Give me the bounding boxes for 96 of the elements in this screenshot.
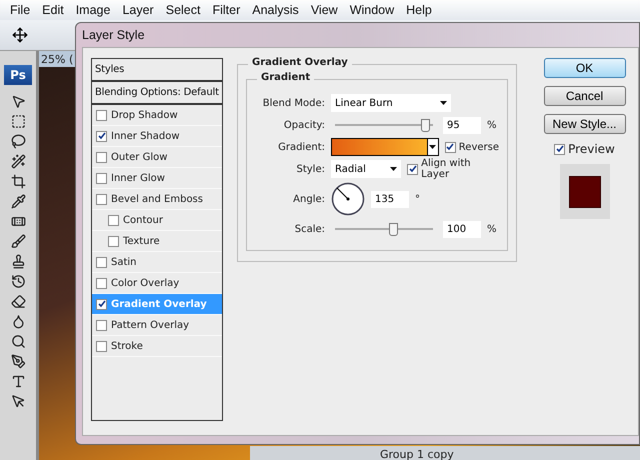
checkbox[interactable]: [108, 236, 119, 246]
magnifier-icon[interactable]: [10, 334, 26, 349]
dialog-button[interactable]: OK: [544, 58, 626, 78]
stamp-icon[interactable]: [10, 254, 26, 269]
scale-input[interactable]: 100: [443, 220, 481, 238]
pointer-icon[interactable]: [10, 394, 26, 409]
menu-item[interactable]: Image: [70, 3, 116, 17]
effect-list-item[interactable]: Drop Shadow: [92, 105, 222, 126]
checkbox[interactable]: [96, 172, 107, 184]
field-label: Blend Mode:: [262, 98, 325, 108]
checkbox[interactable]: [96, 320, 107, 330]
effect-label: Drop Shadow: [111, 110, 178, 120]
effect-list-item[interactable]: Satin: [92, 252, 222, 273]
gradient-picker[interactable]: [331, 138, 439, 156]
field-label: Style:: [296, 164, 325, 174]
effect-label: Bevel and Emboss: [111, 194, 203, 204]
magic-wand-icon[interactable]: [10, 154, 26, 169]
checkbox-label: Reverse: [458, 142, 499, 152]
eraser-icon[interactable]: [10, 294, 26, 309]
angle-input[interactable]: 135: [371, 190, 409, 208]
caret-icon: [390, 167, 398, 171]
menu-item[interactable]: View: [304, 3, 344, 17]
layer-name[interactable]: Group 1 copy: [380, 449, 454, 460]
checkbox[interactable]: [96, 152, 107, 162]
menu-item[interactable]: Edit: [36, 3, 70, 17]
checkbox[interactable]: [96, 278, 107, 288]
effect-label: Texture: [123, 236, 160, 246]
effect-list-item[interactable]: Contour: [92, 210, 222, 231]
checkbox[interactable]: [96, 110, 107, 120]
opacity-input[interactable]: 95: [443, 116, 481, 134]
dialog-button[interactable]: Cancel: [544, 86, 626, 106]
unit-label: %: [487, 120, 497, 130]
angle-dial[interactable]: [331, 182, 365, 216]
app-logo: Ps: [4, 65, 32, 85]
styles-header[interactable]: Styles: [92, 59, 222, 82]
effect-label: Inner Glow: [111, 172, 165, 184]
dialog-button[interactable]: New Style...: [544, 114, 626, 134]
menu-item[interactable]: Layer: [116, 3, 160, 17]
caret-icon: [429, 145, 436, 149]
checkbox[interactable]: [96, 298, 107, 310]
field-label: Gradient:: [277, 142, 325, 152]
effect-list-item[interactable]: Texture: [92, 231, 222, 252]
effect-list-item[interactable]: Outer Glow: [92, 147, 222, 168]
checkbox-label: Align with Layer: [421, 158, 472, 180]
lasso-tool-icon[interactable]: [10, 134, 26, 149]
blend-mode-select[interactable]: Linear Burn: [331, 94, 451, 112]
field-label: Angle:: [292, 194, 325, 204]
preview-swatch: [568, 176, 600, 208]
unit-label: %: [487, 224, 497, 234]
effect-label: Gradient Overlay: [111, 298, 207, 310]
menu-item[interactable]: Help: [400, 3, 438, 17]
effect-list-item[interactable]: Inner Glow: [92, 168, 222, 189]
effect-label: Outer Glow: [111, 152, 168, 162]
type-tool-icon[interactable]: [10, 374, 26, 389]
checkbox[interactable]: [96, 256, 107, 268]
effect-label: Inner Shadow: [111, 130, 180, 142]
menu-item[interactable]: Filter: [206, 3, 246, 17]
effect-label: Pattern Overlay: [111, 320, 190, 330]
effect-label: Contour: [123, 214, 163, 226]
checkbox[interactable]: [444, 142, 456, 152]
brush-icon[interactable]: [10, 234, 26, 249]
marquee-tool-icon[interactable]: [10, 114, 26, 129]
slider-thumb[interactable]: [389, 222, 398, 236]
menu-item[interactable]: Window: [344, 3, 400, 17]
checkbox[interactable]: [96, 194, 107, 204]
slider-thumb[interactable]: [420, 118, 430, 132]
pen-tool-icon[interactable]: [10, 354, 26, 369]
checkbox[interactable]: [96, 340, 107, 352]
caret-icon: [440, 101, 447, 105]
effect-label: Color Overlay: [111, 278, 180, 288]
checkbox[interactable]: [96, 130, 107, 142]
section-title: Gradient Overlay: [248, 57, 352, 68]
eyedropper-icon[interactable]: [10, 194, 26, 209]
checkbox[interactable]: [554, 144, 566, 154]
effect-label: Satin: [111, 256, 137, 268]
menu-item[interactable]: Select: [160, 3, 206, 17]
effect-list-item[interactable]: Bevel and Emboss: [92, 189, 222, 210]
effect-list-item[interactable]: Inner Shadow: [92, 126, 222, 147]
blending-options-header[interactable]: Blending Options: Default: [92, 82, 222, 105]
effect-list-item[interactable]: Pattern Overlay: [92, 315, 222, 336]
dialog-title: Layer Style: [82, 28, 145, 42]
group-title: Gradient: [257, 72, 314, 83]
droplet-icon[interactable]: [10, 314, 26, 329]
checkbox[interactable]: [407, 164, 418, 174]
crop-icon[interactable]: [10, 174, 26, 189]
effect-list-item[interactable]: Stroke: [92, 336, 222, 357]
checkbox-label: Preview: [568, 142, 615, 156]
field-label: Scale:: [294, 224, 325, 234]
field-label: Opacity:: [282, 120, 325, 130]
menu-item[interactable]: Analysis: [246, 3, 305, 17]
checkbox[interactable]: [108, 214, 119, 226]
bandage-icon[interactable]: [10, 214, 26, 229]
unit-label: °: [415, 194, 420, 204]
effect-label: Stroke: [111, 340, 143, 352]
menu-item[interactable]: File: [4, 3, 36, 17]
style-select[interactable]: Radial: [331, 160, 402, 178]
